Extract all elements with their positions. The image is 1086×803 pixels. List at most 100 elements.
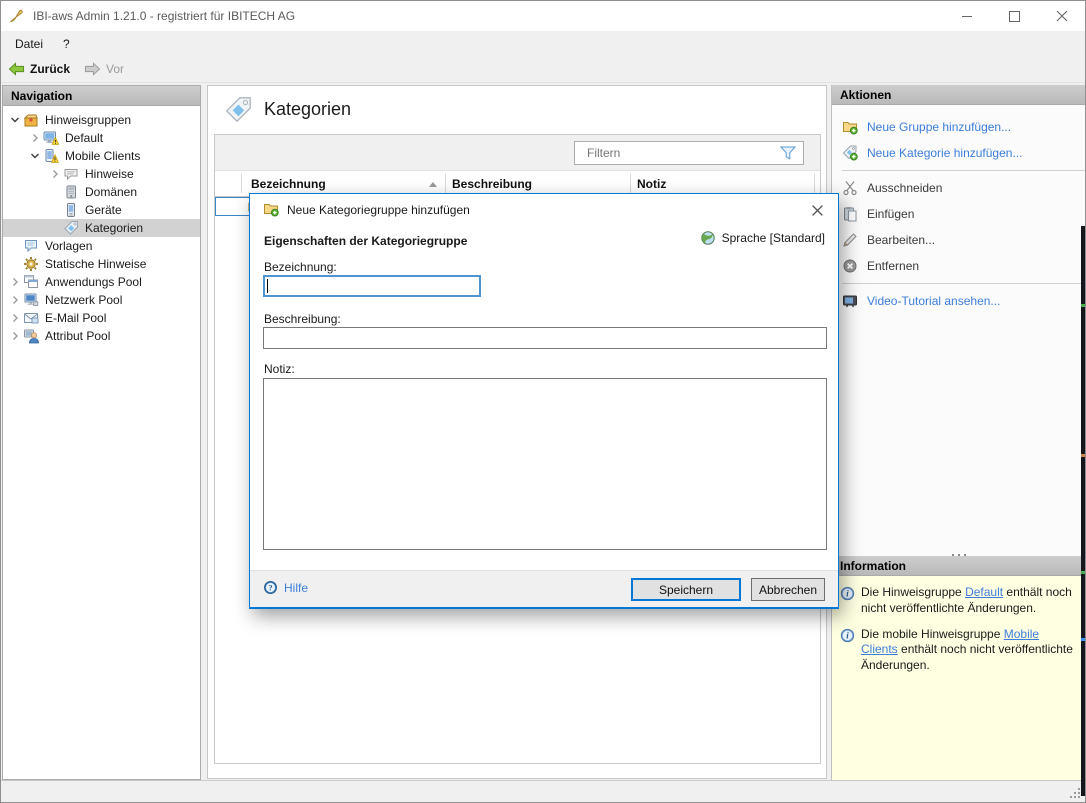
info-item: i Die Hinweisgruppe Default enthält noch… bbox=[840, 585, 1079, 617]
clipboard-paste-icon bbox=[842, 206, 858, 222]
title-bar: IBI-aws Admin 1.21.0 - registriert für I… bbox=[1, 1, 1085, 31]
video-tutorial-action[interactable]: Video-Tutorial ansehen... bbox=[832, 288, 1085, 314]
chevron-right-icon[interactable] bbox=[7, 274, 23, 290]
sidebar-item-hinweise[interactable]: Hinweise bbox=[3, 165, 200, 183]
sidebar-item-email-pool[interactable]: E-Mail Pool bbox=[3, 309, 200, 327]
back-label: Zurück bbox=[30, 62, 70, 76]
sidebar-item-kategorien[interactable]: Kategorien bbox=[3, 219, 200, 237]
tree-item-label: Anwendungs Pool bbox=[45, 275, 142, 289]
bezeichnung-field[interactable] bbox=[263, 275, 481, 297]
sidebar-item-statische-hinweise[interactable]: Statische Hinweise bbox=[3, 255, 200, 273]
tree-item-label: Geräte bbox=[85, 203, 122, 217]
column-divider bbox=[814, 174, 815, 193]
forward-label: Vor bbox=[106, 62, 124, 76]
notiz-label: Notiz: bbox=[264, 362, 295, 376]
beschreibung-label: Beschreibung: bbox=[264, 312, 341, 326]
column-divider bbox=[241, 174, 242, 193]
sidebar-item-netzwerk-pool[interactable]: Netzwerk Pool bbox=[3, 291, 200, 309]
action-label: Neue Kategorie hinzufügen... bbox=[867, 146, 1022, 160]
beschreibung-field[interactable] bbox=[263, 327, 827, 349]
tree-item-label: Statische Hinweise bbox=[45, 257, 146, 271]
kategorien-page-icon bbox=[223, 95, 253, 125]
help-link[interactable]: ? Hilfe bbox=[263, 580, 308, 595]
sidebar-item-attribut-pool[interactable]: Attribut Pool bbox=[3, 327, 200, 345]
chevron-right-icon[interactable] bbox=[7, 328, 23, 344]
column-divider bbox=[630, 174, 631, 193]
minimize-button[interactable] bbox=[944, 1, 991, 31]
chevron-right-icon[interactable] bbox=[47, 166, 63, 182]
help-label: Hilfe bbox=[284, 581, 308, 595]
package-icon bbox=[23, 112, 40, 128]
status-bar bbox=[1, 780, 1085, 802]
dialog-footer: ? Hilfe Speichern Abbrechen bbox=[250, 570, 838, 607]
globe-icon bbox=[700, 230, 716, 246]
device-icon bbox=[63, 202, 80, 218]
sidebar-item-mobile-clients[interactable]: Mobile Clients bbox=[3, 147, 200, 165]
close-icon bbox=[811, 204, 824, 217]
sidebar-item-hinweisgruppen[interactable]: Hinweisgruppen bbox=[3, 111, 200, 129]
dialog-title: Neue Kategoriegruppe hinzufügen bbox=[287, 203, 470, 217]
chevron-down-icon[interactable] bbox=[7, 112, 23, 128]
sidebar-item-vorlagen[interactable]: Vorlagen bbox=[3, 237, 200, 255]
maximize-button[interactable] bbox=[991, 1, 1038, 31]
forward-button[interactable]: Vor bbox=[80, 62, 128, 76]
remove-action[interactable]: Entfernen bbox=[832, 253, 1085, 279]
navigation-panel-header: Navigation bbox=[3, 86, 200, 106]
navigation-panel: Navigation Hinweisgruppen Default Mobile… bbox=[2, 85, 201, 780]
panel-splitter[interactable] bbox=[832, 546, 1085, 554]
new-group-action[interactable]: Neue Gruppe hinzufügen... bbox=[832, 114, 1085, 140]
expander-spacer bbox=[7, 256, 23, 272]
tree-item-label: Hinweise bbox=[85, 167, 134, 181]
new-category-action[interactable]: Neue Kategorie hinzufügen... bbox=[832, 140, 1085, 166]
info-item: i Die mobile Hinweisgruppe Mobile Client… bbox=[840, 627, 1079, 674]
navigation-tree: Hinweisgruppen Default Mobile Clients Hi… bbox=[3, 106, 200, 345]
dialog-section-title: Eigenschaften der Kategoriegruppe bbox=[264, 234, 467, 248]
menu-help[interactable]: ? bbox=[53, 33, 80, 55]
cancel-button[interactable]: Abbrechen bbox=[751, 578, 825, 601]
minimize-icon bbox=[962, 11, 973, 22]
information-body: i Die Hinweisgruppe Default enthält noch… bbox=[832, 576, 1085, 780]
user-attribute-icon bbox=[23, 328, 40, 344]
back-button[interactable]: Zurück bbox=[4, 62, 74, 76]
tree-item-label: Domänen bbox=[85, 185, 137, 199]
actions-separator bbox=[842, 170, 1085, 171]
filter-funnel-icon[interactable] bbox=[780, 146, 796, 160]
action-label: Video-Tutorial ansehen... bbox=[867, 294, 1000, 308]
notiz-field[interactable] bbox=[263, 378, 827, 550]
language-button[interactable]: Sprache [Standard] bbox=[700, 230, 825, 246]
sort-ascending-icon bbox=[429, 182, 437, 187]
sidebar-item-domaenen[interactable]: Domänen bbox=[3, 183, 200, 201]
menu-datei[interactable]: Datei bbox=[5, 33, 53, 55]
sidebar-item-default[interactable]: Default bbox=[3, 129, 200, 147]
sidebar-item-anwendungs-pool[interactable]: Anwendungs Pool bbox=[3, 273, 200, 291]
chevron-down-icon[interactable] bbox=[27, 148, 43, 164]
info-message: Die Hinweisgruppe Default enthält noch n… bbox=[861, 585, 1079, 617]
actions-separator bbox=[842, 283, 1085, 284]
chevron-right-icon[interactable] bbox=[27, 130, 43, 146]
applications-icon bbox=[23, 274, 40, 290]
info-message: Die mobile Hinweisgruppe Mobile Clients … bbox=[861, 627, 1079, 674]
filter-input[interactable] bbox=[575, 146, 780, 160]
expander-spacer bbox=[47, 184, 63, 200]
new-category-group-dialog: Neue Kategoriegruppe hinzufügen Eigensch… bbox=[249, 193, 839, 609]
chevron-right-icon[interactable] bbox=[7, 292, 23, 308]
sidebar-item-geraete[interactable]: Geräte bbox=[3, 201, 200, 219]
folder-add-icon bbox=[842, 119, 858, 135]
edit-action[interactable]: Bearbeiten... bbox=[832, 227, 1085, 253]
paste-action[interactable]: Einfügen bbox=[832, 201, 1085, 227]
actions-list: Neue Gruppe hinzufügen... Neue Kategorie… bbox=[832, 105, 1085, 314]
cut-action[interactable]: Ausschneiden bbox=[832, 175, 1085, 201]
svg-text:?: ? bbox=[268, 583, 272, 593]
close-window-button[interactable] bbox=[1038, 1, 1085, 31]
expander-spacer bbox=[47, 220, 63, 236]
scissors-icon bbox=[842, 180, 858, 196]
dialog-close-button[interactable] bbox=[807, 200, 827, 220]
language-label: Sprache [Standard] bbox=[722, 231, 825, 245]
resize-grip[interactable] bbox=[1068, 786, 1082, 800]
chevron-right-icon[interactable] bbox=[7, 310, 23, 326]
window-controls bbox=[944, 1, 1085, 31]
tree-item-label: Mobile Clients bbox=[65, 149, 140, 163]
save-button[interactable]: Speichern bbox=[631, 578, 741, 601]
filter-field bbox=[574, 141, 804, 165]
default-group-link[interactable]: Default bbox=[965, 585, 1003, 599]
